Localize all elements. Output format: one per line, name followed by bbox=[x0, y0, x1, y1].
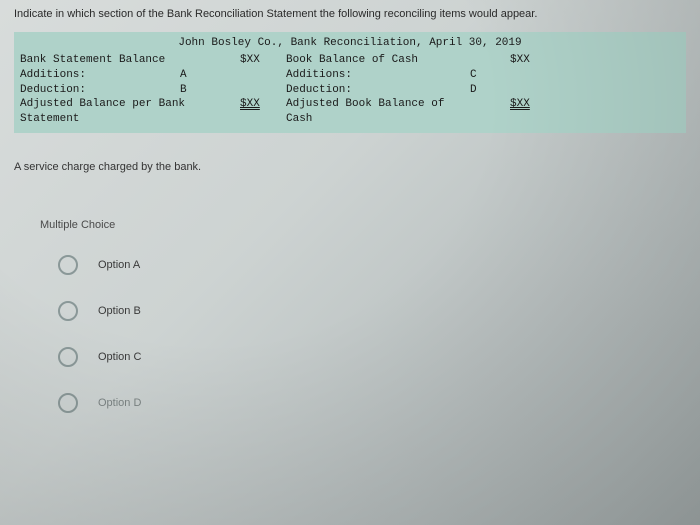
additions-label-left: Additions: bbox=[20, 68, 180, 83]
option-label: Option D bbox=[98, 397, 141, 409]
table-row: Deduction: B Deduction: D bbox=[20, 83, 680, 98]
question-prompt: Indicate in which section of the Bank Re… bbox=[0, 0, 700, 30]
reconciliation-table: John Bosley Co., Bank Reconciliation, Ap… bbox=[14, 32, 686, 133]
letter-a: A bbox=[180, 68, 240, 83]
multiple-choice-block: Multiple Choice Option A Option B Option… bbox=[40, 219, 660, 413]
option-a[interactable]: Option A bbox=[40, 255, 660, 275]
book-balance-amt: $XX bbox=[510, 53, 550, 68]
mc-title: Multiple Choice bbox=[40, 219, 660, 231]
cell bbox=[470, 53, 510, 68]
cell bbox=[180, 53, 240, 68]
table-row: Additions: A Additions: C bbox=[20, 68, 680, 83]
option-c[interactable]: Option C bbox=[40, 347, 660, 367]
letter-c: C bbox=[470, 68, 510, 83]
letter-b: B bbox=[180, 83, 240, 98]
table-row: Bank Statement Balance $XX Book Balance … bbox=[20, 53, 680, 68]
cell bbox=[510, 68, 550, 83]
reconciliation-title: John Bosley Co., Bank Reconciliation, Ap… bbox=[20, 36, 680, 53]
adjusted-book-label: Adjusted Book Balance of Cash bbox=[280, 97, 470, 127]
bank-balance-amt: $XX bbox=[240, 53, 280, 68]
radio-icon[interactable] bbox=[58, 393, 78, 413]
book-balance-label: Book Balance of Cash bbox=[280, 53, 470, 68]
cell bbox=[510, 83, 550, 98]
sub-question-text: A service charge charged by the bank. bbox=[14, 161, 686, 173]
option-b[interactable]: Option B bbox=[40, 301, 660, 321]
adjusted-bank-label: Adjusted Balance per Bank Statement bbox=[20, 97, 240, 127]
bank-balance-label: Bank Statement Balance bbox=[20, 53, 180, 68]
deduction-label-left: Deduction: bbox=[20, 83, 180, 98]
radio-icon[interactable] bbox=[58, 255, 78, 275]
letter-d: D bbox=[470, 83, 510, 98]
option-d[interactable]: Option D bbox=[40, 393, 660, 413]
table-row: Adjusted Balance per Bank Statement $XX … bbox=[20, 97, 680, 127]
radio-icon[interactable] bbox=[58, 347, 78, 367]
option-label: Option B bbox=[98, 305, 141, 317]
cell bbox=[240, 83, 280, 98]
option-label: Option C bbox=[98, 351, 141, 363]
cell bbox=[470, 97, 510, 127]
adjusted-book-amt: $XX bbox=[510, 97, 550, 127]
deduction-label-right: Deduction: bbox=[280, 83, 470, 98]
option-label: Option A bbox=[98, 259, 140, 271]
radio-icon[interactable] bbox=[58, 301, 78, 321]
adjusted-bank-amt: $XX bbox=[240, 97, 280, 127]
cell bbox=[240, 68, 280, 83]
additions-label-right: Additions: bbox=[280, 68, 470, 83]
